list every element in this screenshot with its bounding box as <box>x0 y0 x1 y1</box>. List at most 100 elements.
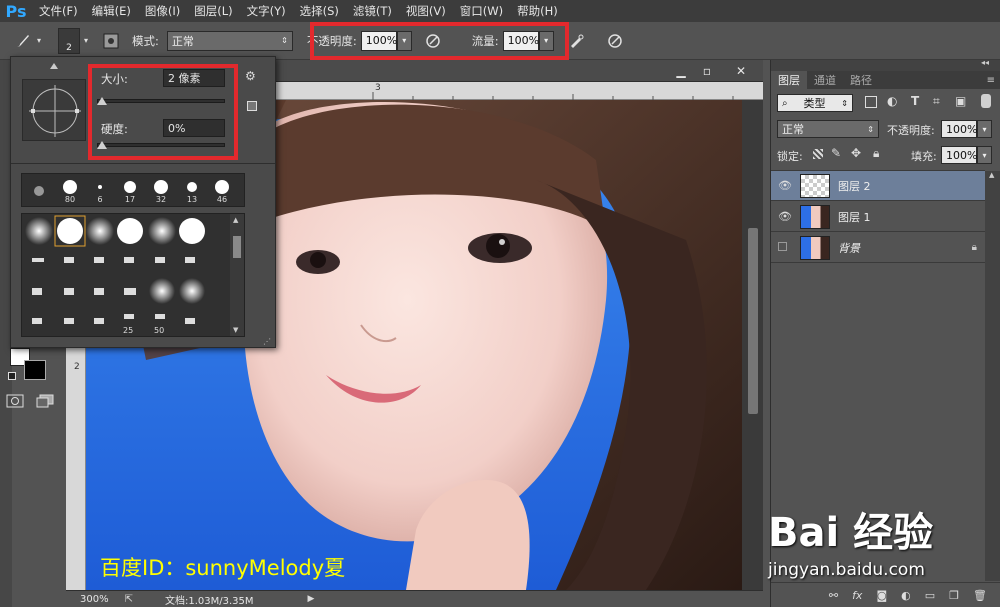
new-preset-icon[interactable] <box>247 101 257 111</box>
status-menu-arrow-icon[interactable]: ▶ <box>308 594 315 604</box>
export-icon[interactable]: ⇱ <box>125 594 133 605</box>
default-colors-icon[interactable] <box>8 372 16 380</box>
pressure-size-icon[interactable] <box>604 33 626 49</box>
mode-select[interactable]: 正常 ⇕ <box>166 30 293 51</box>
layer-thumbnail <box>800 204 830 229</box>
tab-paths[interactable]: 路径 <box>843 71 879 89</box>
presets-scrollbar-thumb[interactable] <box>233 236 241 258</box>
menu-image[interactable]: 图像(I) <box>145 3 180 19</box>
layer-row-background[interactable]: 背景 🔒︎ <box>771 233 985 263</box>
fill-input[interactable]: 100% <box>941 146 977 164</box>
tab-channels[interactable]: 通道 <box>807 71 843 89</box>
lock-image-icon[interactable]: ✎ <box>831 146 841 160</box>
brush-preset[interactable] <box>24 176 54 206</box>
resize-grip-icon[interactable]: ⋰ <box>263 337 271 346</box>
brush-tool-icon[interactable] <box>12 32 34 50</box>
layer-visibility-eye-icon[interactable]: 👁︎ <box>778 179 794 192</box>
scroll-up-icon[interactable]: ▲ <box>989 171 994 179</box>
presets-scrollbar[interactable]: ▲ ▼ <box>230 214 244 336</box>
brush-preset[interactable]: 17 <box>115 176 145 206</box>
author-watermark: 百度ID：sunnyMelody夏 <box>100 556 346 580</box>
tab-layers[interactable]: 图层 <box>771 71 807 89</box>
filter-shape-icon[interactable]: ⌗ <box>933 94 940 109</box>
collapse-panels-icon[interactable]: ◂◂ <box>981 58 989 67</box>
scroll-down-icon[interactable]: ▼ <box>233 326 238 334</box>
menu-edit[interactable]: 编辑(E) <box>92 3 131 19</box>
brush-size-preview[interactable]: 2 <box>58 27 80 54</box>
brush-panel-toggle-icon[interactable] <box>100 33 122 49</box>
zoom-level[interactable]: 300% <box>80 594 109 605</box>
brush-preset[interactable]: 80 <box>55 176 85 206</box>
lock-position-icon[interactable]: ✥ <box>851 146 861 160</box>
brush-settings-gear-icon[interactable]: ⚙ <box>245 69 256 83</box>
tool-preset-dropdown-icon[interactable]: ▾ <box>34 36 44 45</box>
background-color-swatch[interactable] <box>24 360 46 380</box>
filter-pixel-icon[interactable] <box>865 96 877 108</box>
layer-name[interactable]: 图层 1 <box>838 209 871 225</box>
quick-mask-icon[interactable] <box>6 394 24 408</box>
layer-filter-arrow-icon: ⇕ <box>841 98 848 108</box>
menu-type[interactable]: 文字(Y) <box>247 3 286 19</box>
add-mask-icon[interactable]: ◙ <box>876 589 887 602</box>
status-bar: 300% ⇱ 文档:1.03M/3.35M ▶ <box>66 590 763 607</box>
layers-scrollbar[interactable]: ▲ <box>985 171 1000 581</box>
brush-preset[interactable]: 13 <box>177 176 207 206</box>
layer-filter-select[interactable]: ⌕ 类型 ⇕ <box>777 94 853 112</box>
vertical-scrollbar[interactable] <box>744 100 763 590</box>
scroll-up-icon[interactable]: ▲ <box>233 216 238 224</box>
panel-tabs: 图层 通道 路径 ≡ <box>771 71 1000 89</box>
angle-handle-icon <box>50 63 58 69</box>
lock-label: 锁定: <box>777 150 803 163</box>
photoshop-logo: Ps <box>5 1 27 21</box>
brush-preset[interactable]: 6 <box>85 176 115 206</box>
highlight-size-hardness <box>88 64 238 160</box>
adjustment-layer-icon[interactable]: ◐ <box>901 589 911 602</box>
new-layer-icon[interactable]: ❐ <box>949 589 959 602</box>
layers-footer: ⚯ fx ◙ ◐ ▭ ❐ 🗑︎ <box>771 582 1000 607</box>
filter-toggle-icon[interactable] <box>981 94 991 108</box>
menu-window[interactable]: 窗口(W) <box>460 3 503 19</box>
layer-row-1[interactable]: 👁︎ 图层 1 <box>771 202 985 232</box>
layer-visibility-eye-icon[interactable]: 👁︎ <box>778 210 794 223</box>
lock-transparent-icon[interactable] <box>813 149 823 159</box>
delete-layer-icon[interactable]: 🗑︎ <box>973 589 987 602</box>
filter-type-icon[interactable]: T <box>911 94 919 108</box>
menu-filter[interactable]: 滤镜(T) <box>353 3 392 19</box>
brush-preset[interactable]: 46 <box>207 176 237 206</box>
popup-divider <box>11 163 275 164</box>
screen-mode-icon[interactable] <box>36 394 54 408</box>
layer-name[interactable]: 背景 <box>838 240 860 256</box>
lock-all-icon[interactable]: 🔒︎ <box>873 146 879 161</box>
fill-dropdown-icon[interactable]: ▾ <box>977 146 992 164</box>
panel-dock-header: ◂◂ <box>771 58 1000 71</box>
menu-help[interactable]: 帮助(H) <box>517 3 558 19</box>
layer-opacity-input[interactable]: 100% <box>941 120 977 138</box>
menu-layer[interactable]: 图层(L) <box>194 3 232 19</box>
filter-smart-object-icon[interactable]: ▣ <box>955 94 966 108</box>
layer-style-icon[interactable]: fx <box>852 589 862 602</box>
layer-name[interactable]: 图层 2 <box>838 178 871 194</box>
menu-view[interactable]: 视图(V) <box>406 3 446 19</box>
layer-filter-value: 类型 <box>803 97 826 110</box>
layer-lock-icon[interactable]: 🔒︎ <box>972 242 977 253</box>
new-group-icon[interactable]: ▭ <box>925 589 935 602</box>
layer-visibility-empty-icon[interactable] <box>778 241 794 254</box>
brush-preset[interactable]: 32 <box>146 176 176 206</box>
scrollbar-thumb[interactable] <box>748 228 758 414</box>
brush-picker-dropdown-icon[interactable]: ▾ <box>80 36 92 45</box>
menu-file[interactable]: 文件(F) <box>39 3 78 19</box>
layer-row-2[interactable]: 👁︎ 图层 2 <box>771 171 985 201</box>
search-icon: ⌕ <box>782 97 788 109</box>
maximize-icon[interactable]: ▫ <box>696 63 718 79</box>
panel-menu-icon[interactable]: ≡ <box>987 71 995 89</box>
blend-mode-select[interactable]: 正常 ⇕ <box>777 120 879 138</box>
blend-mode-arrow-icon: ⇕ <box>867 124 874 134</box>
menu-select[interactable]: 选择(S) <box>300 3 339 19</box>
brush-preset-size: 46 <box>216 194 228 204</box>
link-layers-icon[interactable]: ⚯ <box>829 589 838 602</box>
layer-opacity-dropdown-icon[interactable]: ▾ <box>977 120 992 138</box>
brush-angle-preview[interactable] <box>22 79 86 141</box>
minimize-icon[interactable]: ▁ <box>670 63 692 79</box>
close-icon[interactable]: ✕ <box>730 63 752 79</box>
filter-adjustment-icon[interactable]: ◐ <box>887 94 897 108</box>
